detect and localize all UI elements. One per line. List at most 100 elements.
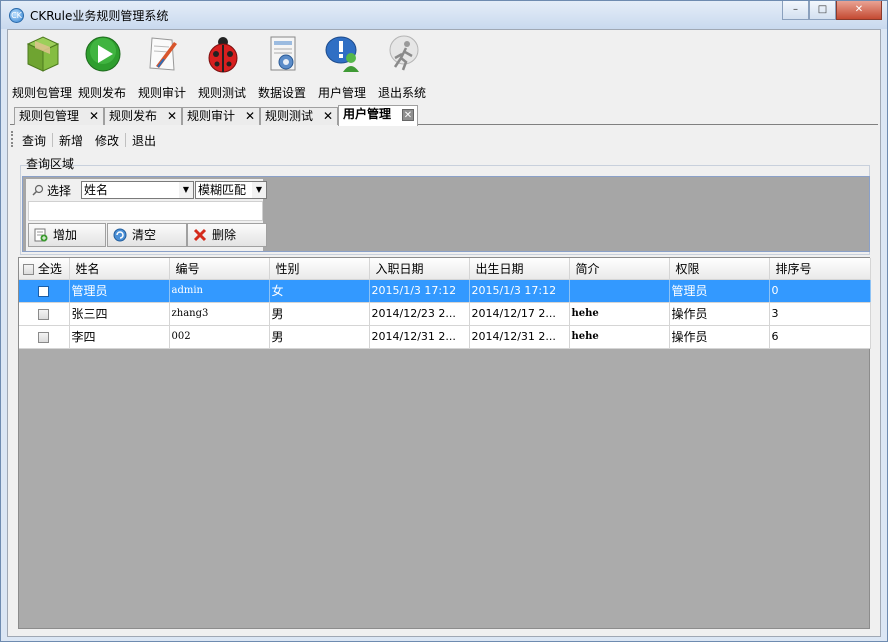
cell-gender[interactable]: 男 (269, 302, 370, 326)
toolbar-data-settings[interactable]: 数据设置 (252, 32, 312, 102)
toolbar-label: 规则发布 (77, 86, 126, 100)
delete-condition-label: 删除 (212, 228, 237, 242)
exit-icon (389, 35, 419, 71)
close-icon[interactable]: ✕ (244, 110, 256, 122)
cell-birth-date[interactable]: 2014/12/31 2... (469, 325, 570, 349)
column-header-code[interactable]: 编号 (169, 258, 270, 280)
chevron-down-icon[interactable]: ▼ (179, 182, 193, 198)
cell-role[interactable]: 操作员 (669, 302, 770, 326)
chevron-down-icon[interactable]: ▼ (252, 182, 266, 198)
cell-order[interactable]: 0 (769, 279, 871, 303)
minimize-button[interactable]: – (782, 1, 809, 20)
cell-role[interactable]: 操作员 (669, 325, 770, 349)
cell-intro[interactable] (569, 279, 670, 303)
field-select-value: 姓名 (84, 183, 109, 197)
cell-code[interactable]: zhang3 (169, 302, 270, 326)
tab-package-management[interactable]: 规则包管理 ✕ (14, 107, 104, 125)
row-checkbox[interactable] (38, 285, 50, 297)
title-bar[interactable]: CK CKRule业务规则管理系统 – □ ✕ (1, 1, 887, 29)
cell-name[interactable]: 管理员 (69, 279, 170, 303)
delete-condition-button[interactable]: 删除 (187, 223, 267, 247)
table-row[interactable]: 管理员 admin 女 2015/1/3 17:12 2015/1/3 17:1… (19, 279, 871, 303)
column-header-intro[interactable]: 简介 (569, 258, 670, 280)
toolbar-package-management[interactable]: 规则包管理 (12, 32, 72, 102)
edit-button[interactable]: 修改 (89, 132, 125, 149)
user-grid: 全选 姓名 编号 性别 入职日期 出生日期 简介 权限 排序号 管理员 admi… (18, 257, 871, 629)
cell-intro[interactable]: hehe (569, 325, 670, 349)
cell-name[interactable]: 李四 (69, 325, 170, 349)
table-row[interactable]: 张三四 zhang3 男 2014/12/23 2... 2014/12/17 … (19, 302, 871, 326)
cell-birth-date[interactable]: 2014/12/17 2... (469, 302, 570, 326)
column-header-hire-date[interactable]: 入职日期 (369, 258, 470, 280)
query-button[interactable]: 查询 (12, 132, 52, 149)
new-button[interactable]: 新增 (53, 132, 89, 149)
column-header-order[interactable]: 排序号 (769, 258, 871, 280)
toolbar-label: 数据设置 (257, 86, 306, 100)
close-icon[interactable]: ✕ (322, 110, 334, 122)
cell-gender[interactable]: 女 (269, 279, 370, 303)
cell-hire-date[interactable]: 2014/12/31 2... (369, 325, 470, 349)
toolbar-label: 退出系统 (377, 86, 426, 100)
cell-hire-date[interactable]: 2015/1/3 17:12 (369, 279, 470, 303)
close-button[interactable]: ✕ (836, 1, 882, 20)
add-condition-button[interactable]: 增加 (28, 223, 106, 247)
column-header-birth-date[interactable]: 出生日期 (469, 258, 570, 280)
cell-code[interactable]: 002 (169, 325, 270, 349)
toolbar-rule-publish[interactable]: 规则发布 (72, 32, 132, 102)
column-header-name[interactable]: 姓名 (69, 258, 170, 280)
cell-gender[interactable]: 男 (269, 325, 370, 349)
close-icon[interactable]: ✕ (88, 110, 100, 122)
cell-intro[interactable]: hehe (569, 302, 670, 326)
row-select-cell[interactable] (19, 302, 70, 326)
toolbar-exit-system[interactable]: 退出系统 (372, 32, 432, 102)
cell-birth-date[interactable]: 2015/1/3 17:12 (469, 279, 570, 303)
tab-user-management[interactable]: 用户管理 ✕ (338, 105, 418, 126)
match-mode-value: 模糊匹配 (198, 183, 247, 197)
close-icon[interactable]: ✕ (166, 110, 178, 122)
tab-rule-publish[interactable]: 规则发布 ✕ (104, 107, 182, 125)
cell-order[interactable]: 3 (769, 302, 871, 326)
cell-order[interactable]: 6 (769, 325, 871, 349)
tab-label: 规则包管理 (19, 109, 80, 123)
match-mode-select[interactable]: 模糊匹配 ▼ (195, 181, 267, 199)
row-checkbox[interactable] (38, 331, 50, 343)
cell-code[interactable]: admin (169, 279, 270, 303)
query-area: 选择 姓名 ▼ 模糊匹配 ▼ 增加 清空 删除 (26, 179, 267, 251)
maximize-button[interactable]: □ (809, 1, 836, 20)
field-select[interactable]: 姓名 ▼ (81, 181, 194, 199)
clear-label: 清空 (132, 228, 157, 242)
select-all-header[interactable]: 全选 (19, 258, 70, 280)
audit-icon (149, 37, 177, 71)
select-label: 选择 (47, 184, 72, 198)
main-client-area: 规则包管理 规则发布 规则审计 规则测试 数据设置 用户管理 退出系统 规则包管… (7, 29, 881, 637)
tab-label: 用户管理 (343, 107, 392, 121)
table-row[interactable]: 李四 002 男 2014/12/31 2... 2014/12/31 2...… (19, 325, 871, 349)
toolbar-user-management[interactable]: 用户管理 (312, 32, 372, 102)
clear-button[interactable]: 清空 (107, 223, 187, 247)
close-icon[interactable]: ✕ (402, 109, 414, 121)
play-icon (85, 36, 121, 72)
select-all-checkbox[interactable] (23, 263, 34, 275)
column-header-role[interactable]: 权限 (669, 258, 770, 280)
row-checkbox[interactable] (38, 308, 50, 320)
tab-rule-test[interactable]: 规则测试 ✕ (260, 107, 338, 125)
row-select-cell[interactable] (19, 279, 70, 303)
data-settings-icon (270, 36, 296, 71)
toolbar-rule-audit[interactable]: 规则审计 (132, 32, 192, 102)
add-icon (34, 228, 48, 242)
cell-hire-date[interactable]: 2014/12/23 2... (369, 302, 470, 326)
row-select-cell[interactable] (19, 325, 70, 349)
cell-name[interactable]: 张三四 (69, 302, 170, 326)
cell-role[interactable]: 管理员 (669, 279, 770, 303)
refresh-icon (113, 228, 127, 242)
toolbar-rule-test[interactable]: 规则测试 (192, 32, 252, 102)
query-text-input[interactable] (28, 201, 263, 221)
tab-rule-audit[interactable]: 规则审计 ✕ (182, 107, 260, 125)
exit-button[interactable]: 退出 (126, 132, 162, 149)
window-title: CKRule业务规则管理系统 (30, 9, 169, 23)
table-header-row: 全选 姓名 编号 性别 入职日期 出生日期 简介 权限 排序号 (19, 258, 871, 280)
tab-label: 规则测试 (265, 109, 314, 123)
package-icon (26, 36, 60, 72)
main-toolbar: 规则包管理 规则发布 规则审计 规则测试 数据设置 用户管理 退出系统 (12, 32, 432, 102)
column-header-gender[interactable]: 性别 (269, 258, 370, 280)
